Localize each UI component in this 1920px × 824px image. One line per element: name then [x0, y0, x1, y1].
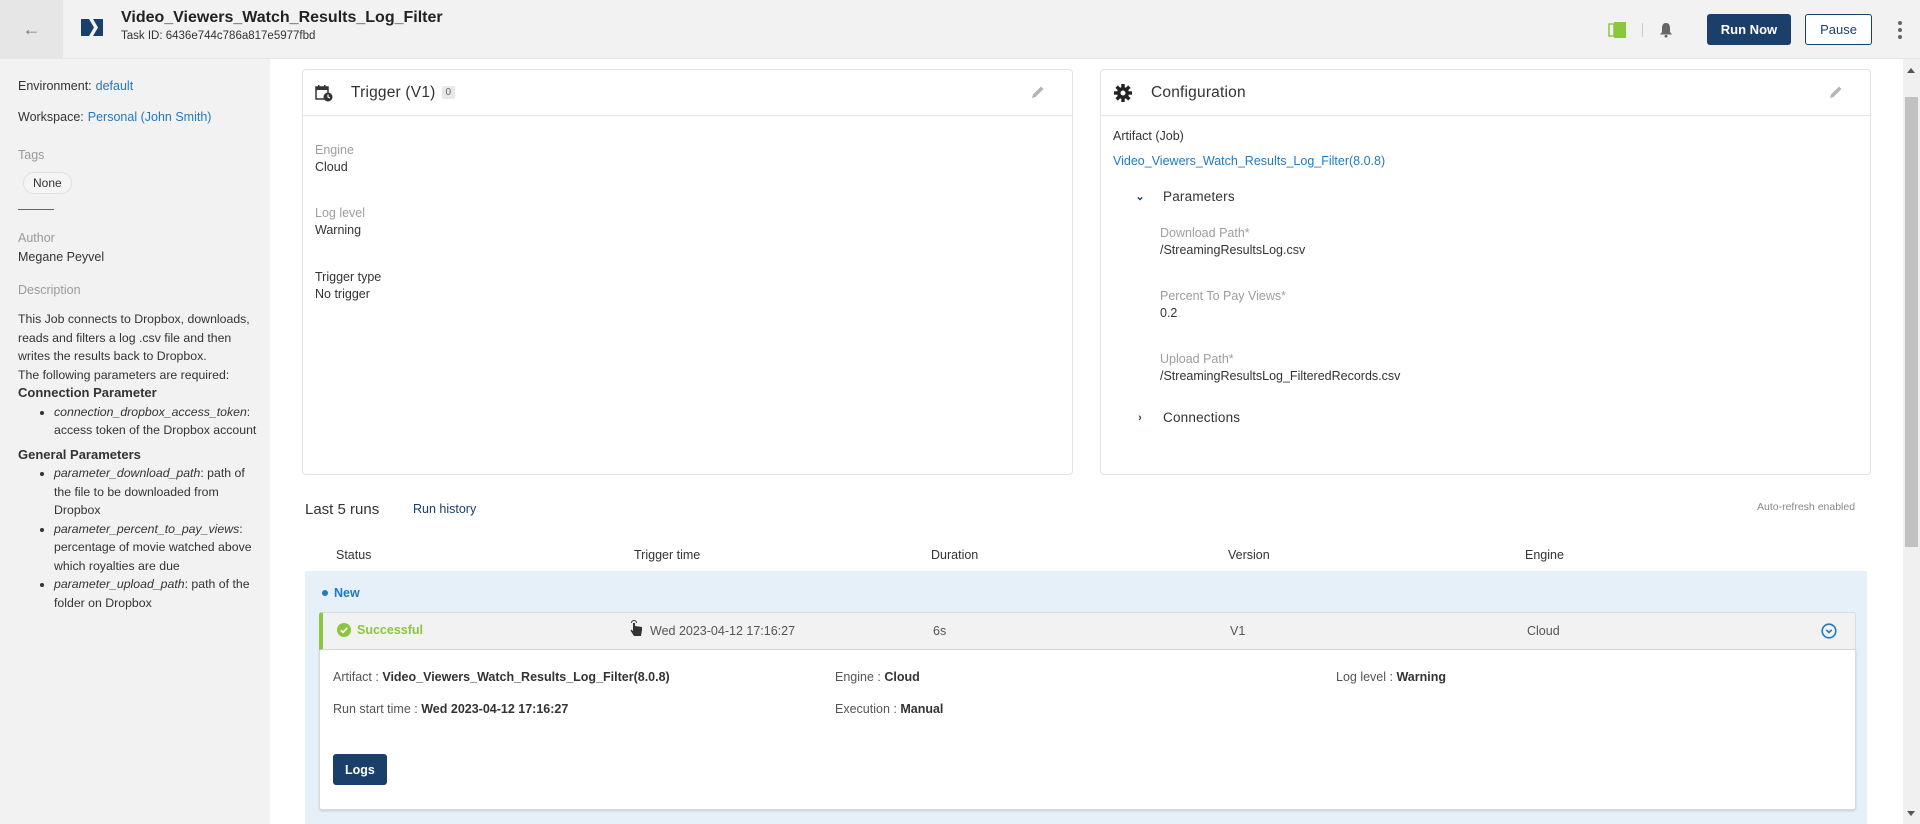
scroll-up-arrow-icon[interactable] [1907, 68, 1915, 73]
task-id: Task ID: 6436e744c786a817e5977fbd [121, 30, 316, 42]
connection-heading: Connection Parameter [18, 385, 157, 400]
description-required: The following parameters are required: [18, 367, 230, 382]
parameters-toggle[interactable]: ⌄ Parameters [1135, 189, 1235, 204]
detail-execution: Execution : Manual [835, 702, 944, 716]
author-value: Megane Peyvel [18, 250, 105, 264]
column-header-engine: Engine [1525, 548, 1564, 562]
back-button[interactable]: ← [0, 0, 63, 59]
sidebar: Environment: default Workspace: Personal (… [0, 59, 270, 824]
runs-title: Last 5 runs [305, 501, 380, 518]
column-header-status: Status [336, 548, 372, 562]
trigger-card: Trigger (V1) 0 Engine Cloud Log level War… [302, 69, 1073, 475]
environment-row: Environment: default [18, 79, 133, 93]
trigger-time-cell: Wed 2023-04-12 17:16:27 [650, 624, 796, 638]
scrollbar-thumb[interactable] [1905, 97, 1918, 547]
artifact-link[interactable]: Video_Viewers_Watch_Results_Log_Filter(8… [1113, 154, 1385, 168]
app-logo-icon [81, 19, 103, 36]
list-item: parameter_download_path: path of the fil… [54, 464, 258, 520]
bell-icon[interactable] [1659, 22, 1673, 38]
configuration-card: Configuration Artifact (Job) Video_Viewe… [1100, 69, 1871, 475]
run-now-button[interactable]: Run Now [1706, 14, 1792, 45]
list-item: connection_dropbox_access_token: access … [54, 403, 258, 440]
trigger-type-field: Trigger type No trigger [315, 270, 382, 301]
calendar-clock-icon [315, 84, 333, 101]
connection-params-list: connection_dropbox_access_token: access … [54, 403, 258, 440]
runs-group: New Successful Wed 2023-04-12 17:16:27 6… [305, 571, 1867, 824]
run-details-panel: Artifact : Video_Viewers_Watch_Results_L… [319, 650, 1856, 810]
author-label: Author [18, 231, 55, 245]
sidebar-divider [18, 209, 54, 210]
workspace-link[interactable]: Personal (John Smith) [88, 110, 212, 124]
logs-button[interactable]: Logs [333, 754, 387, 785]
column-header-trigger-time: Trigger time [634, 548, 701, 562]
edit-pencil-icon[interactable] [1030, 84, 1046, 100]
list-item: parameter_percent_to_pay_views: percenta… [54, 520, 258, 576]
run-history-link[interactable]: Run history [413, 502, 476, 516]
detail-artifact: Artifact : Video_Viewers_Watch_Results_L… [333, 670, 670, 684]
gear-icon [1114, 83, 1132, 102]
list-item: parameter_upload_path: path of the folde… [54, 575, 258, 612]
vertical-scrollbar[interactable] [1903, 59, 1920, 824]
new-dot-icon [322, 590, 328, 596]
check-circle-icon [337, 623, 351, 637]
kebab-menu-icon[interactable] [1892, 20, 1908, 39]
edit-pencil-icon[interactable] [1828, 84, 1844, 100]
auto-refresh-status: Auto-refresh enabled [1757, 501, 1856, 513]
collapse-chevron-icon[interactable] [1821, 623, 1837, 639]
app-header: ← Video_Viewers_Watch_Results_Log_Filter… [0, 0, 1920, 59]
group-label-new: New [322, 586, 360, 600]
trigger-badge: 0 [441, 85, 456, 99]
chevron-right-icon: › [1138, 411, 1142, 424]
detail-log-level: Log level : Warning [1336, 670, 1446, 684]
description-body: This Job connects to Dropbox, downloads,… [18, 310, 258, 618]
workspace-label: Workspace: [18, 110, 84, 124]
workspace-row: Workspace: Personal (John Smith) [18, 110, 211, 124]
version-cell: V1 [1230, 624, 1246, 638]
trigger-engine-field: Engine Cloud [315, 143, 354, 174]
page-title: Video_Viewers_Watch_Results_Log_Filter [121, 9, 443, 26]
status-badge: Successful [337, 623, 423, 637]
book-icon[interactable] [1608, 21, 1628, 39]
trigger-title: Trigger (V1) 0 [351, 84, 456, 102]
scroll-down-arrow-icon[interactable] [1907, 811, 1915, 816]
pause-button[interactable]: Pause [1805, 14, 1872, 45]
detail-engine: Engine : Cloud [835, 670, 920, 684]
header-divider [1641, 22, 1643, 37]
environment-label: Environment: [18, 79, 92, 93]
environment-link[interactable]: default [96, 79, 134, 93]
column-header-duration: Duration [931, 548, 979, 562]
general-heading: General Parameters [18, 446, 141, 462]
connections-toggle[interactable]: › Connections [1135, 410, 1240, 425]
back-arrow-icon: ← [22, 19, 41, 39]
download-path-field: Download Path* /StreamingResultsLog.csv [1160, 226, 1306, 257]
configuration-title: Configuration [1151, 83, 1246, 101]
engine-cell: Cloud [1527, 624, 1560, 638]
detail-run-start-time: Run start time : Wed 2023-04-12 17:16:27 [333, 702, 569, 716]
trigger-loglevel-field: Log level Warning [315, 206, 366, 237]
column-header-version: Version [1228, 548, 1270, 562]
upload-path-field: Upload Path* /StreamingResultsLog_Filter… [1160, 352, 1401, 383]
tags-label: Tags [18, 148, 45, 162]
general-params-list: parameter_download_path: path of the fil… [54, 464, 258, 612]
chevron-down-icon: ⌄ [1135, 191, 1145, 203]
table-row[interactable]: Successful Wed 2023-04-12 17:16:27 6s V1… [319, 612, 1856, 650]
tag-pill: None [23, 172, 72, 194]
description-label: Description [18, 283, 81, 297]
main-content: Trigger (V1) 0 Engine Cloud Log level War… [270, 59, 1903, 824]
description-intro: This Job connects to Dropbox, downloads,… [18, 312, 250, 363]
artifact-label: Artifact (Job) [1113, 129, 1184, 143]
manual-trigger-hand-icon [630, 620, 642, 636]
duration-cell: 6s [933, 624, 947, 638]
percent-to-pay-views-field: Percent To Pay Views* 0.2 [1160, 289, 1286, 320]
